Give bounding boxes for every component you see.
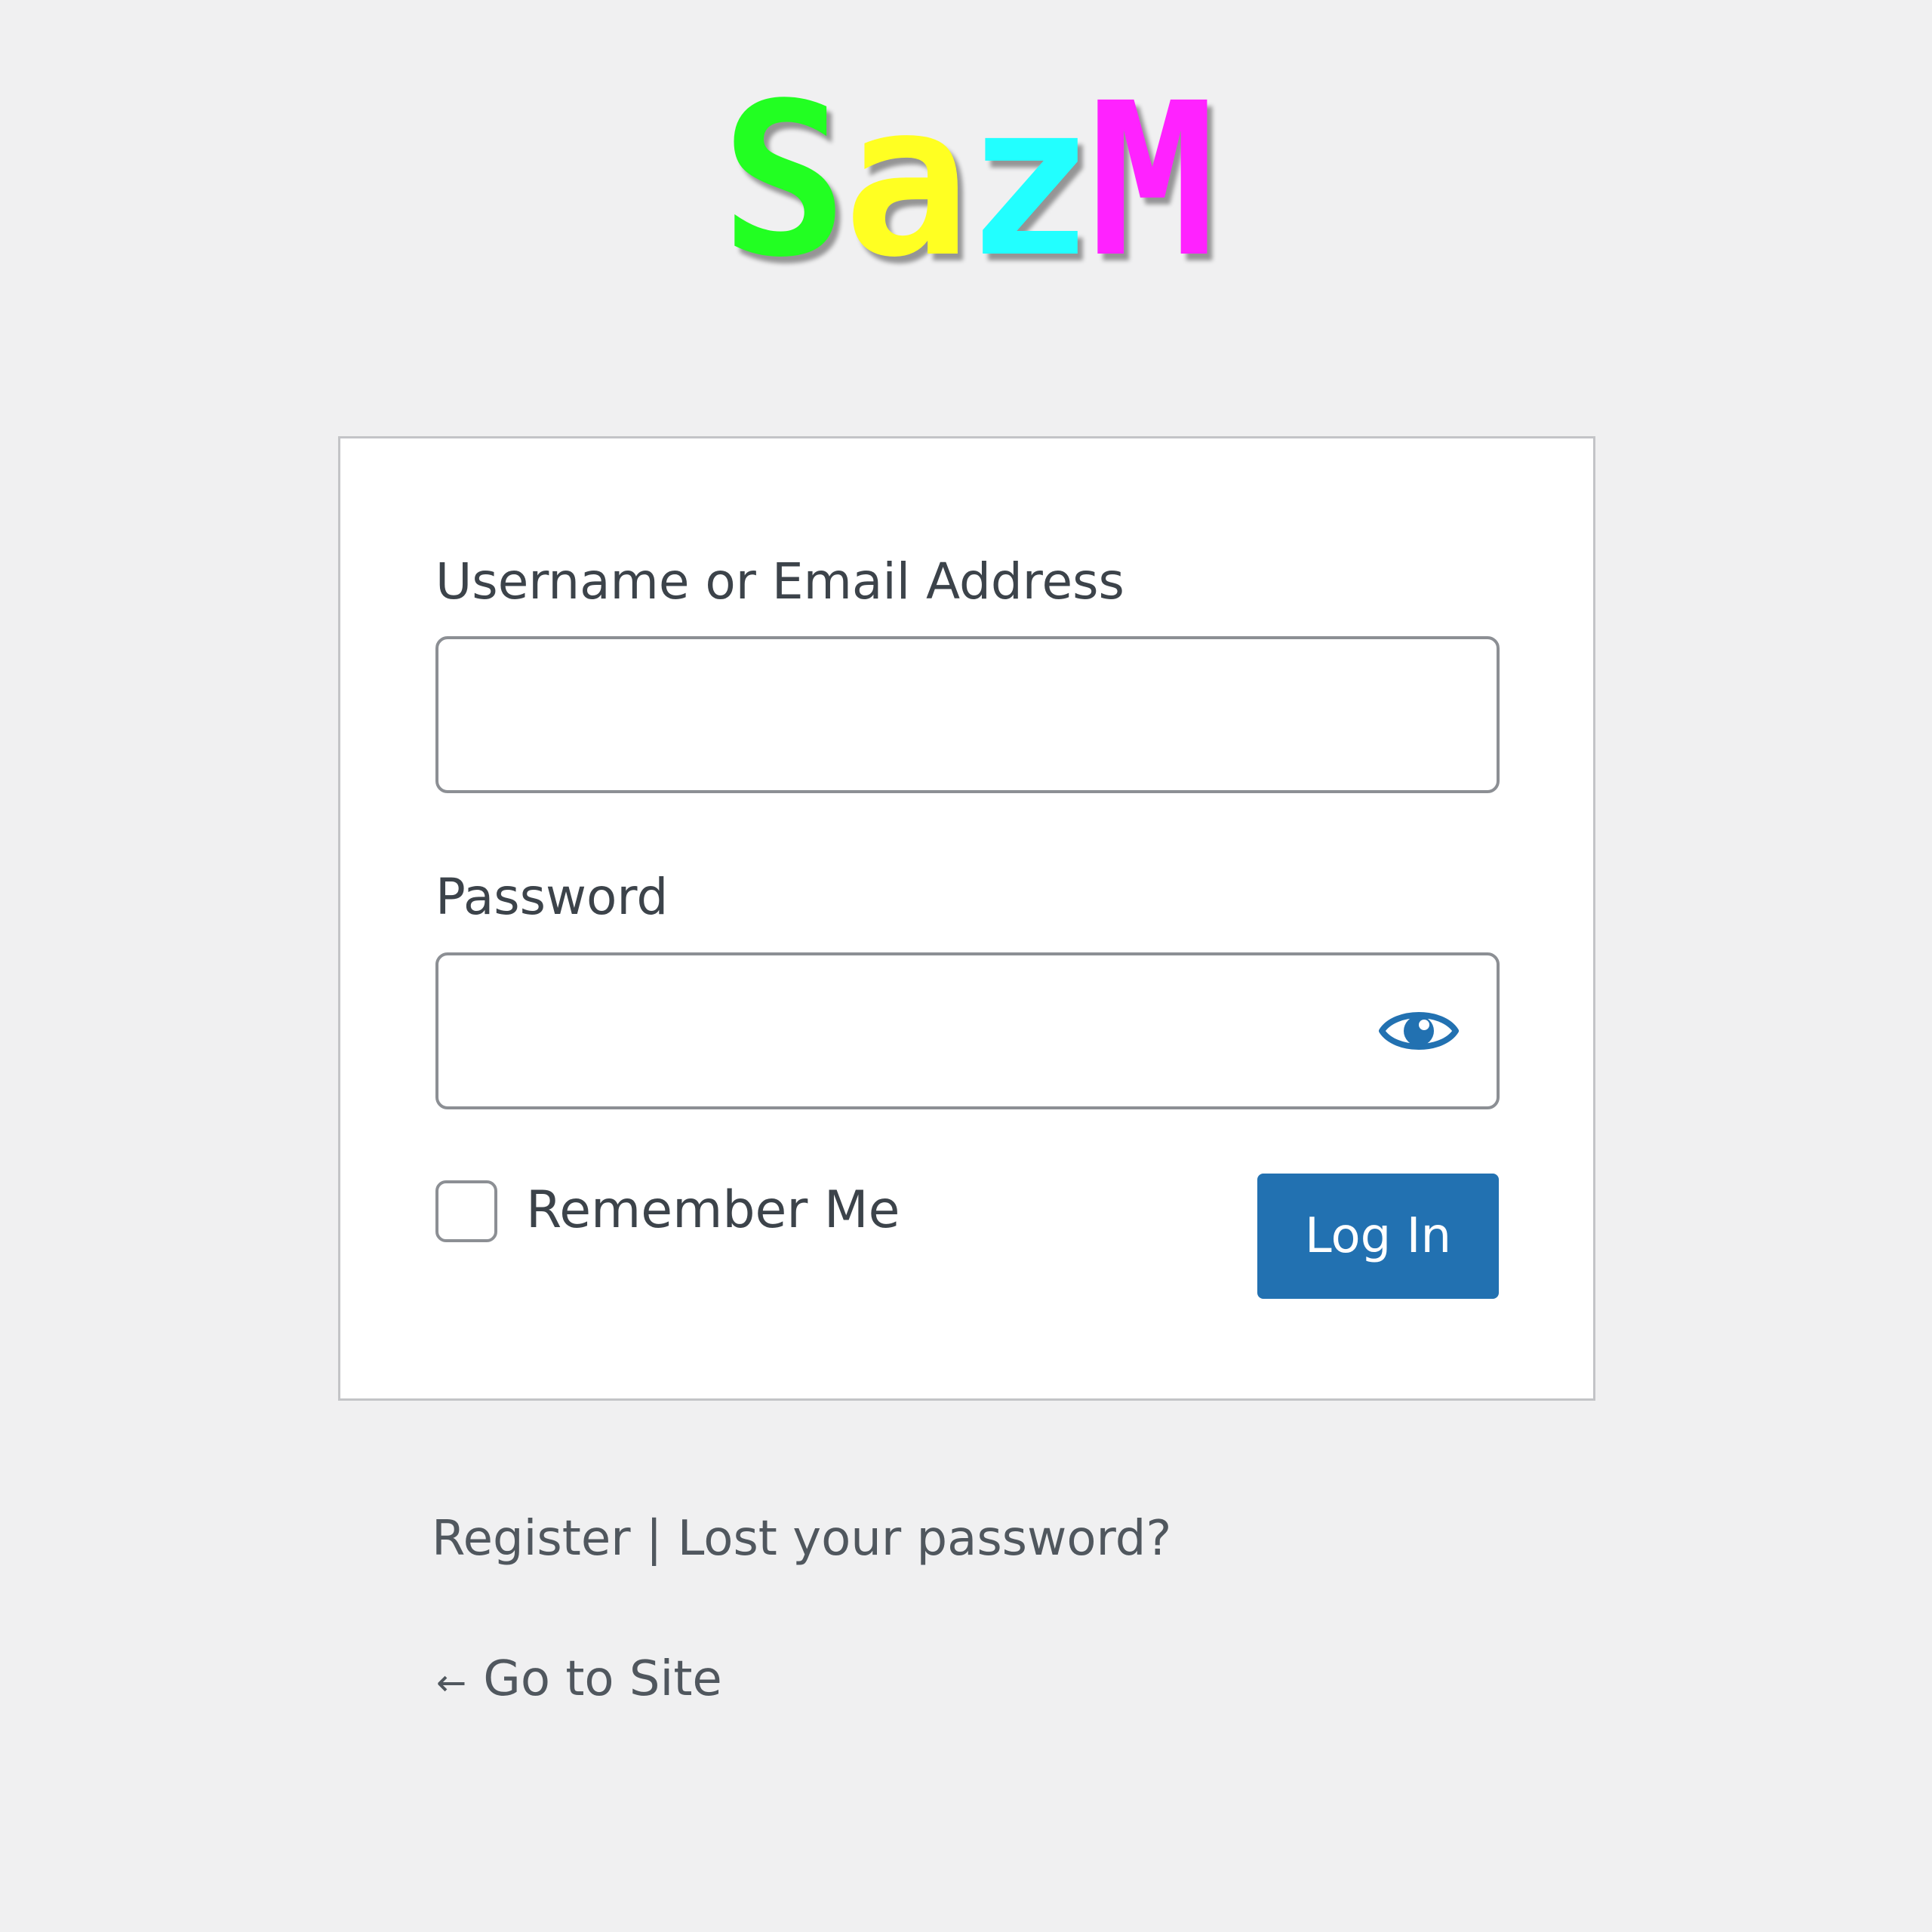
go-to-site-label: Go to Site <box>483 1651 722 1707</box>
remember-me-label[interactable]: Remember Me <box>526 1185 900 1236</box>
password-label: Password <box>435 868 669 926</box>
remember-me-checkbox[interactable] <box>435 1180 497 1242</box>
site-logo[interactable]: SazM <box>0 75 1932 287</box>
logo-letter-m: M <box>1088 58 1217 304</box>
link-separator: | <box>645 1511 663 1567</box>
password-input[interactable] <box>435 952 1500 1109</box>
go-to-site-link[interactable]: ← Go to Site <box>436 1655 722 1703</box>
logo-letter-s: S <box>720 58 848 304</box>
log-in-button[interactable]: Log In <box>1257 1174 1499 1299</box>
lost-password-link[interactable]: Lost your password? <box>678 1511 1172 1567</box>
arrow-left-icon: ← <box>436 1662 467 1704</box>
eye-icon[interactable] <box>1377 1001 1460 1061</box>
logo-letter-z: z <box>966 58 1094 304</box>
register-link[interactable]: Register <box>432 1511 631 1567</box>
auth-links: Register | Lost your password? <box>432 1515 1171 1563</box>
username-label: Username or Email Address <box>435 552 1124 611</box>
logo-letter-a: a <box>843 58 971 304</box>
username-input[interactable] <box>435 636 1500 793</box>
